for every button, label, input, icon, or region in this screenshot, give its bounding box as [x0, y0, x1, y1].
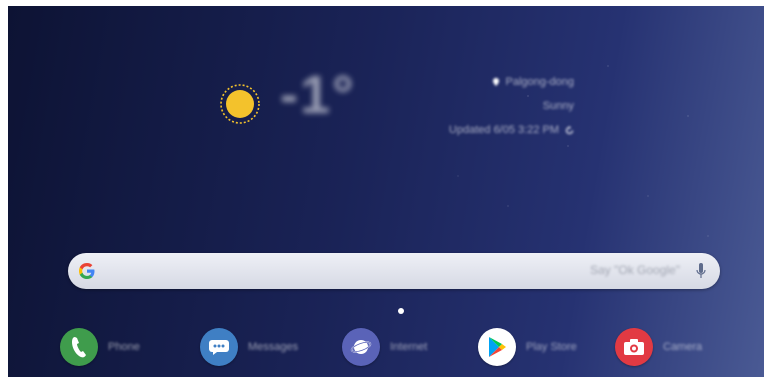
dock-app-label: Camera	[663, 341, 703, 353]
camera-icon[interactable]	[615, 328, 653, 366]
app-dock: Phone Messages Internet Play Store Camer…	[60, 328, 760, 370]
phone-icon[interactable]	[60, 328, 98, 366]
microphone-icon[interactable]	[696, 263, 706, 279]
google-search-bar[interactable]: Say "Ok Google"	[68, 253, 720, 289]
play-store-icon[interactable]	[478, 328, 516, 366]
messages-icon[interactable]	[200, 328, 238, 366]
updated-time: Updated 6/05 3:22 PM	[448, 124, 559, 136]
location-pin-icon	[493, 78, 500, 86]
dock-app-label: Messages	[248, 341, 299, 353]
internet-icon[interactable]	[342, 328, 380, 366]
google-logo-icon	[79, 263, 95, 279]
weather-condition: Sunny	[542, 100, 574, 112]
refresh-icon[interactable]	[565, 125, 574, 135]
dock-app-label: Internet	[390, 341, 428, 353]
home-screen: -1° Palgong-dong Sunny Updated 6/05 3:22…	[8, 6, 764, 377]
location-name: Palgong-dong	[505, 76, 574, 88]
search-hint-text: Say "Ok Google"	[590, 263, 680, 277]
dock-app-label: Play Store	[526, 341, 577, 353]
dock-app-internet[interactable]: Internet	[342, 328, 427, 366]
temperature-value[interactable]: -1°	[280, 64, 356, 126]
condition-line: Sunny	[449, 94, 574, 118]
dock-app-messages[interactable]: Messages	[200, 328, 298, 366]
location-line: Palgong-dong	[449, 70, 574, 94]
sun-icon[interactable]	[218, 82, 262, 126]
updated-line: Updated 6/05 3:22 PM	[449, 118, 574, 142]
weather-location-info[interactable]: Palgong-dong Sunny Updated 6/05 3:22 PM	[449, 70, 574, 142]
dock-app-phone[interactable]: Phone	[60, 328, 140, 366]
dock-app-label: Phone	[108, 341, 140, 353]
page-indicator[interactable]	[398, 308, 404, 314]
dock-app-camera[interactable]: Camera	[615, 328, 702, 366]
wallpaper	[8, 6, 764, 377]
dock-app-play-store[interactable]: Play Store	[478, 328, 577, 366]
